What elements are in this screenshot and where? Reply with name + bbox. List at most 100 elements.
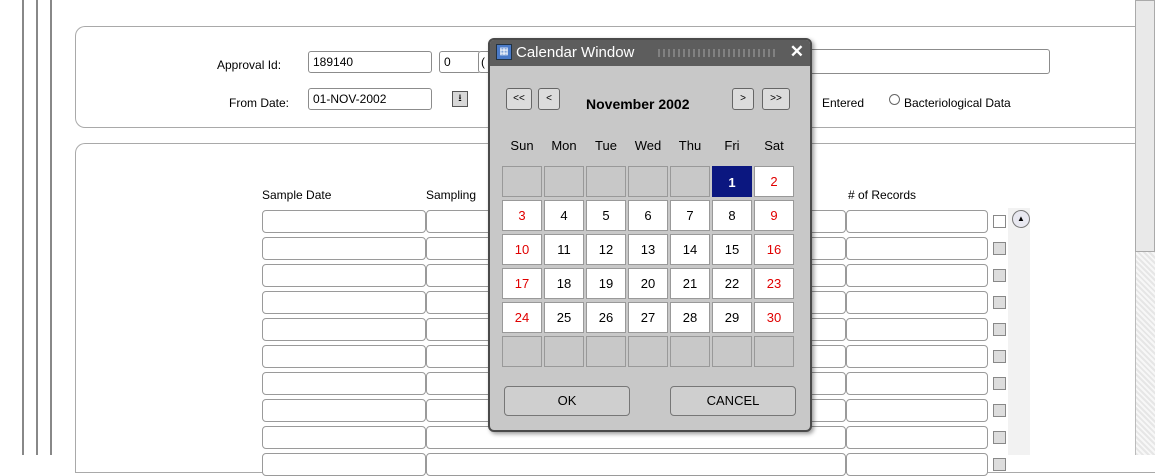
- day-cell[interactable]: 15: [712, 234, 752, 265]
- table-cell[interactable]: [846, 399, 988, 422]
- table-cell[interactable]: [426, 453, 846, 476]
- day-cell[interactable]: 2: [754, 166, 794, 197]
- prev-month-button[interactable]: <: [538, 88, 560, 110]
- table-cell[interactable]: [846, 264, 988, 287]
- table-cell[interactable]: [262, 264, 426, 287]
- table-cell[interactable]: [846, 210, 988, 233]
- row-checkbox[interactable]: [993, 350, 1006, 363]
- table-cell[interactable]: [262, 372, 426, 395]
- row-checkbox[interactable]: [993, 269, 1006, 282]
- day-cell[interactable]: 18: [544, 268, 584, 299]
- day-cell[interactable]: 4: [544, 200, 584, 231]
- row-checkbox[interactable]: [993, 215, 1006, 228]
- day-cell[interactable]: 24: [502, 302, 542, 333]
- row-checkbox[interactable]: [993, 296, 1006, 309]
- table-cell[interactable]: [262, 345, 426, 368]
- calendar-title-bar[interactable]: ▦ Calendar Window ✕: [490, 40, 810, 66]
- day-header: Thu: [678, 138, 702, 153]
- next-month-button[interactable]: >: [732, 88, 754, 110]
- col-sampling: Sampling: [426, 188, 477, 202]
- day-cell[interactable]: 14: [670, 234, 710, 265]
- table-cell[interactable]: [262, 237, 426, 260]
- col-records: # of Records: [848, 188, 917, 202]
- empty-day-cell: [502, 166, 542, 197]
- row-checkbox[interactable]: [993, 323, 1006, 336]
- day-header: Sat: [764, 138, 784, 153]
- day-cell[interactable]: 6: [628, 200, 668, 231]
- window-scroll-thumb[interactable]: [1135, 0, 1155, 252]
- day-cell[interactable]: 11: [544, 234, 584, 265]
- grid-scrollbar[interactable]: [1008, 208, 1030, 455]
- table-cell[interactable]: [262, 318, 426, 341]
- table-cell[interactable]: [846, 291, 988, 314]
- row-checkbox[interactable]: [993, 404, 1006, 417]
- table-cell[interactable]: [846, 318, 988, 341]
- table-cell[interactable]: [846, 453, 988, 476]
- bacteriological-radio[interactable]: [889, 94, 900, 105]
- day-cell[interactable]: 26: [586, 302, 626, 333]
- day-cell[interactable]: 12: [586, 234, 626, 265]
- day-cell[interactable]: 3: [502, 200, 542, 231]
- next-year-button[interactable]: >>: [762, 88, 790, 110]
- day-cell[interactable]: 10: [502, 234, 542, 265]
- ok-button[interactable]: OK: [504, 386, 630, 416]
- day-cell[interactable]: 19: [586, 268, 626, 299]
- day-cell[interactable]: 16: [754, 234, 794, 265]
- close-icon[interactable]: ✕: [790, 42, 804, 62]
- day-cell[interactable]: 7: [670, 200, 710, 231]
- empty-day-cell: [502, 336, 542, 367]
- day-cell[interactable]: 17: [502, 268, 542, 299]
- description-field[interactable]: [800, 49, 1050, 74]
- empty-day-cell: [544, 166, 584, 197]
- month-label: November 2002: [586, 96, 690, 112]
- left-border-line-2: [36, 0, 38, 455]
- day-cell[interactable]: 8: [712, 200, 752, 231]
- day-cell[interactable]: 28: [670, 302, 710, 333]
- prev-year-button[interactable]: <<: [506, 88, 532, 110]
- day-cell[interactable]: 20: [628, 268, 668, 299]
- approval-id-label: Approval Id:: [217, 58, 282, 72]
- row-checkbox[interactable]: [993, 242, 1006, 255]
- day-cell[interactable]: 29: [712, 302, 752, 333]
- day-cell[interactable]: 22: [712, 268, 752, 299]
- day-cell-selected[interactable]: 1: [712, 166, 752, 197]
- empty-day-cell: [586, 336, 626, 367]
- day-cell[interactable]: 21: [670, 268, 710, 299]
- day-header: Sun: [510, 138, 534, 153]
- day-cell[interactable]: 5: [586, 200, 626, 231]
- table-cell[interactable]: [846, 345, 988, 368]
- day-cell[interactable]: 25: [544, 302, 584, 333]
- entered-radio-label: Entered: [822, 96, 865, 110]
- day-cell[interactable]: 23: [754, 268, 794, 299]
- scroll-up-icon[interactable]: ▲: [1012, 210, 1030, 228]
- table-cell[interactable]: [846, 237, 988, 260]
- approval-id-field[interactable]: 189140: [308, 51, 432, 73]
- day-header: Tue: [595, 138, 617, 153]
- table-cell[interactable]: [846, 426, 988, 449]
- table-cell[interactable]: [262, 399, 426, 422]
- bacteriological-radio-label: Bacteriological Data: [904, 96, 1011, 110]
- day-cell[interactable]: 13: [628, 234, 668, 265]
- table-cell[interactable]: [262, 291, 426, 314]
- day-cell[interactable]: 9: [754, 200, 794, 231]
- calendar-title: Calendar Window: [516, 44, 635, 61]
- calendar-app-icon: ▦: [496, 44, 512, 60]
- row-checkbox[interactable]: [993, 377, 1006, 390]
- row-checkbox[interactable]: [993, 431, 1006, 444]
- left-border-line-1: [22, 0, 24, 455]
- approval-seq-field[interactable]: 0: [439, 51, 481, 73]
- day-header: Fri: [724, 138, 740, 153]
- table-cell[interactable]: [262, 210, 426, 233]
- table-cell[interactable]: [262, 426, 426, 449]
- row-checkbox[interactable]: [993, 458, 1006, 471]
- cancel-button[interactable]: CANCEL: [670, 386, 796, 416]
- table-cell[interactable]: [262, 453, 426, 476]
- date-lov-icon[interactable]: ⭳: [452, 91, 468, 107]
- day-header: Wed: [634, 138, 662, 153]
- day-cell[interactable]: 30: [754, 302, 794, 333]
- from-date-field[interactable]: 01-NOV-2002: [308, 88, 432, 110]
- day-cell[interactable]: 27: [628, 302, 668, 333]
- table-cell[interactable]: [846, 372, 988, 395]
- empty-day-cell: [670, 166, 710, 197]
- empty-day-cell: [628, 166, 668, 197]
